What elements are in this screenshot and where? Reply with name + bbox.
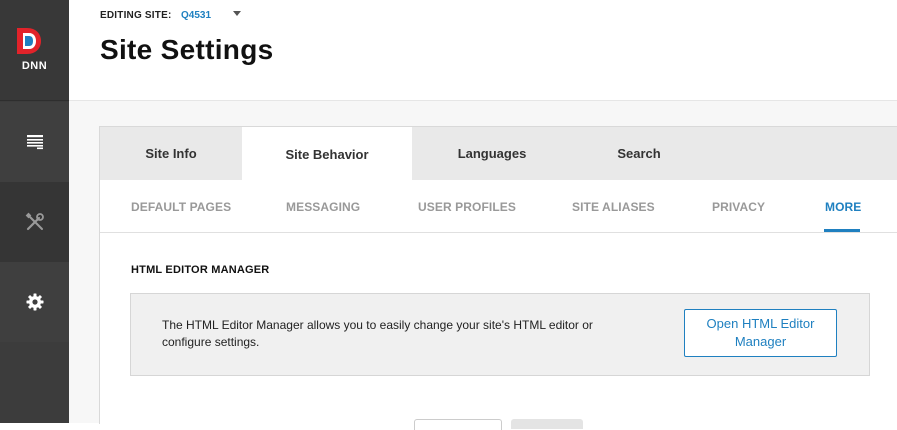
- subtab-messaging[interactable]: MESSAGING: [286, 200, 360, 214]
- subtab-site-aliases[interactable]: SITE ALIASES: [572, 200, 655, 214]
- sidebar: DNN: [0, 0, 69, 423]
- page-title: Site Settings: [100, 34, 274, 65]
- nav-tools-button[interactable]: [0, 182, 69, 262]
- subtab-bar: DEFAULT PAGES MESSAGING USER PROFILES SI…: [100, 180, 897, 233]
- divider: [0, 100, 69, 101]
- nav-settings-button[interactable]: [0, 262, 69, 342]
- pages-icon: [26, 135, 43, 150]
- tab-site-behavior[interactable]: Site Behavior: [242, 127, 412, 181]
- nav-pages-button[interactable]: [0, 102, 69, 182]
- logo[interactable]: DNN: [0, 0, 69, 100]
- section-title: HTML EDITOR MANAGER: [131, 264, 270, 276]
- subtab-more[interactable]: MORE: [825, 200, 861, 214]
- html-editor-info-box: The HTML Editor Manager allows you to ea…: [130, 293, 870, 376]
- subtab-privacy[interactable]: PRIVACY: [712, 200, 765, 214]
- subtab-default-pages[interactable]: DEFAULT PAGES: [131, 200, 231, 214]
- active-subtab-indicator: [824, 229, 860, 232]
- tab-search[interactable]: Search: [572, 127, 706, 180]
- cancel-button[interactable]: [414, 419, 502, 430]
- logo-text: DNN: [21, 60, 48, 72]
- editing-site-label: EDITING SITE:: [100, 10, 172, 21]
- page-header: EDITING SITE: Q4531 Site Settings: [69, 0, 897, 101]
- tab-site-info[interactable]: Site Info: [100, 127, 242, 180]
- save-button[interactable]: [511, 419, 583, 429]
- site-selector[interactable]: Q4531: [181, 10, 211, 21]
- dnn-logo-icon: [17, 28, 41, 54]
- gear-icon: [26, 293, 43, 311]
- tools-icon: [25, 212, 44, 231]
- settings-panel: Site Info Site Behavior Languages Search…: [99, 126, 897, 430]
- subtab-user-profiles[interactable]: USER PROFILES: [418, 200, 516, 214]
- open-html-editor-manager-button[interactable]: Open HTML Editor Manager: [684, 309, 837, 357]
- section-description: The HTML Editor Manager allows you to ea…: [162, 318, 593, 349]
- tab-languages[interactable]: Languages: [412, 127, 572, 180]
- chevron-down-icon[interactable]: [233, 11, 241, 16]
- tab-bar: Site Info Site Behavior Languages Search: [100, 127, 897, 181]
